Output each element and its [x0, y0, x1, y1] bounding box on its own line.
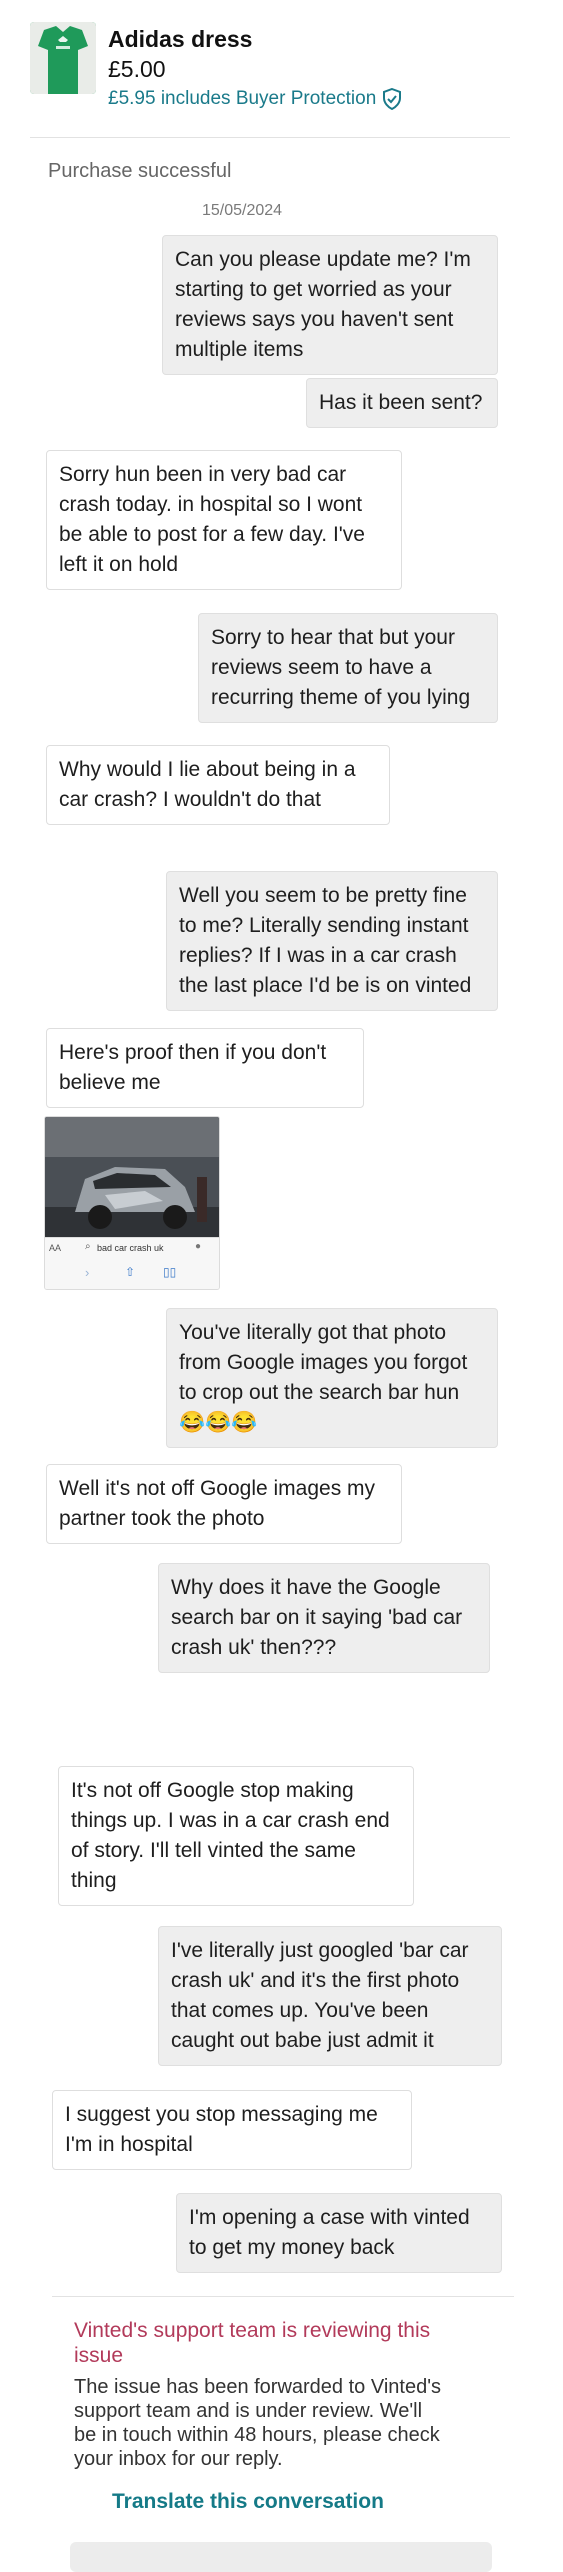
outgoing-message[interactable]: Why does it have the Google search bar on…	[158, 1563, 490, 1673]
translate-conversation-link[interactable]: Translate this conversation	[112, 2490, 384, 2514]
microphone-icon: ●	[195, 1241, 202, 1252]
incoming-message[interactable]: I suggest you stop messaging me I'm in ho…	[52, 2090, 412, 2170]
support-title-line-2: issue	[74, 2344, 124, 2367]
item-thumbnail[interactable]	[30, 22, 96, 94]
car-crash-photo	[45, 1117, 219, 1289]
support-body-line-3: be in touch within 48 hours, please chec…	[74, 2424, 440, 2446]
message-text-line: Can you please update me? I'm	[175, 248, 471, 271]
message-text-line: Here's proof then if you don't	[59, 1041, 327, 1064]
message-text-line: I'm opening a case with vinted	[189, 2206, 470, 2229]
incoming-message[interactable]: Why would I lie about being in a car cras…	[46, 745, 390, 825]
message-text-line: Well you seem to be pretty fine	[179, 884, 467, 907]
message-text-line: crash uk' and it's the first photo	[171, 1969, 460, 1992]
message-text-line: I've literally just googled 'bar car	[171, 1939, 469, 1962]
message-text-line: Sorry hun been in very bad car	[59, 463, 347, 486]
outgoing-message[interactable]: I'm opening a case with vinted to get my …	[176, 2193, 502, 2273]
order-status: Purchase successful	[48, 160, 232, 182]
message-text-line: to crop out the search bar hun	[179, 1381, 460, 1404]
message-text-line: Has it been sent?	[319, 391, 483, 414]
outgoing-message[interactable]: Can you please update me? I'm starting to…	[162, 235, 498, 375]
photo-search-text: bad car crash uk	[97, 1243, 164, 1253]
message-text-line: to get my money back	[189, 2236, 395, 2259]
support-body-line-1: The issue has been forwarded to Vinted's	[74, 2376, 442, 2398]
message-date: 15/05/2024	[202, 202, 283, 219]
message-text-line: left it on hold	[59, 553, 179, 576]
message-text-line: to me? Literally sending instant	[179, 914, 469, 937]
search-icon: ⌕	[85, 1241, 91, 1252]
item-price: £5.00	[108, 56, 166, 82]
chevron-right-icon: ›	[85, 1265, 90, 1280]
support-body-line-2: support team and is under review. We'll	[74, 2400, 423, 2422]
message-text-line: crash uk' then???	[171, 1636, 337, 1659]
message-text-line: 😂😂😂	[179, 1411, 258, 1434]
message-text-line: from Google images you forgot	[179, 1351, 468, 1374]
message-text-line: replies? If I was in a car crash	[179, 944, 457, 967]
support-title-line-1: Vinted's support team is reviewing this	[74, 2319, 431, 2342]
message-text-line: starting to get worried as your	[175, 278, 452, 301]
support-title: Vinted's support team is reviewing this …	[74, 2318, 430, 2368]
message-text-line: I'm in hospital	[65, 2133, 193, 2156]
message-text-line: be able to post for a few day. I've	[59, 523, 365, 546]
attached-photo[interactable]: AA bad car crash uk ⌕ ● › ⇧ ▯▯	[44, 1116, 220, 1290]
message-text-line: Why would I lie about being in a	[59, 758, 356, 781]
photo-aa-label: AA	[49, 1243, 62, 1253]
message-text-line: Why does it have the Google	[171, 1576, 441, 1599]
incoming-message[interactable]: Well it's not off Google images my partne…	[46, 1464, 402, 1544]
header-divider	[30, 137, 510, 138]
support-body-line-4: your inbox for our reply.	[74, 2448, 283, 2470]
message-text-line: crash today. in hospital so I wont	[59, 493, 363, 516]
outgoing-message[interactable]: Well you seem to be pretty fine to me? Li…	[166, 871, 498, 1011]
message-text-line: the last place I'd be is on vinted	[179, 974, 472, 997]
message-text-line: recurring theme of you lying	[211, 686, 471, 709]
support-body: The issue has been forwarded to Vinted's…	[74, 2375, 441, 2471]
message-text-line: multiple items	[175, 338, 304, 361]
message-text-line: Sorry to hear that but your	[211, 626, 455, 649]
shield-check-icon	[383, 88, 402, 110]
outgoing-message[interactable]: I've literally just googled 'bar car cras…	[158, 1926, 502, 2066]
support-divider	[52, 2296, 514, 2297]
incoming-message[interactable]: Sorry hun been in very bad car crash toda…	[46, 450, 402, 590]
message-text-line: I suggest you stop messaging me	[65, 2103, 378, 2126]
outgoing-message[interactable]: You've literally got that photo from Goog…	[166, 1308, 498, 1448]
buyer-protection-label: £5.95 includes Buyer Protection	[108, 88, 377, 109]
message-text-line: car crash? I wouldn't do that	[59, 788, 321, 811]
book-icon: ▯▯	[163, 1265, 177, 1279]
message-text-line: thing	[71, 1869, 117, 1892]
message-text-line: reviews says you haven't sent	[175, 308, 454, 331]
message-text-line: partner took the photo	[59, 1507, 265, 1530]
incoming-message[interactable]: Here's proof then if you don't believe me	[46, 1028, 364, 1108]
incoming-message[interactable]: It's not off Google stop making things up…	[58, 1766, 414, 1906]
outgoing-message[interactable]: Sorry to hear that but your reviews seem …	[198, 613, 498, 723]
message-text-line: reviews seem to have a	[211, 656, 432, 679]
message-text-line: search bar on it saying 'bad car	[171, 1606, 463, 1629]
message-input[interactable]	[70, 2542, 492, 2572]
item-title[interactable]: Adidas dress	[108, 26, 252, 53]
outgoing-message[interactable]: Has it been sent?	[306, 378, 498, 428]
message-text-line: You've literally got that photo	[179, 1321, 447, 1344]
message-text-line: It's not off Google stop making	[71, 1779, 354, 1802]
message-text-line: things up. I was in a car crash end	[71, 1809, 390, 1832]
message-text-line: of story. I'll tell vinted the same	[71, 1839, 356, 1862]
dress-icon	[30, 22, 96, 94]
share-icon: ⇧	[125, 1265, 136, 1279]
buyer-protection[interactable]: £5.95 includes Buyer Protection	[108, 88, 402, 110]
message-text-line: that comes up. You've been	[171, 1999, 429, 2022]
message-text-line: caught out babe just admit it	[171, 2029, 434, 2052]
message-text-line: believe me	[59, 1071, 161, 1094]
message-text-line: Well it's not off Google images my	[59, 1477, 376, 1500]
